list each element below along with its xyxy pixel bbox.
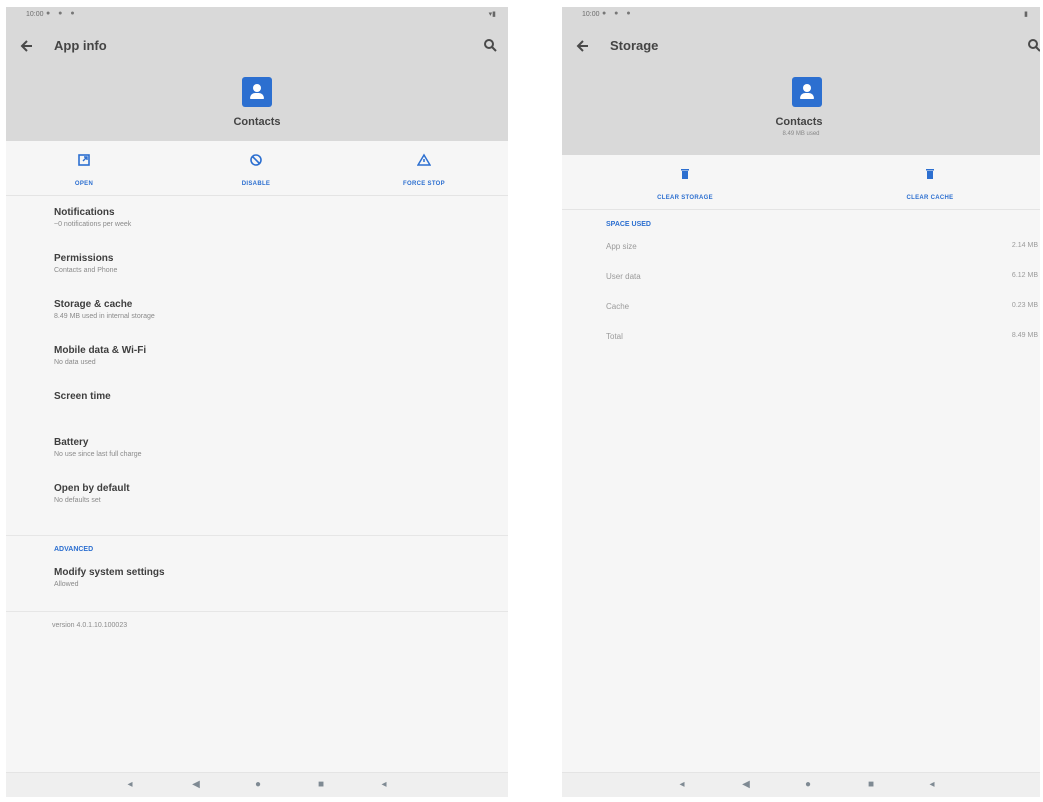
- version-text: version 4.0.1.10.100023: [52, 622, 128, 629]
- volume-down-icon[interactable]: ◂: [676, 779, 688, 791]
- status-signal-icons: ▾▮: [488, 11, 496, 18]
- setting-summary: No defaults set: [54, 497, 101, 504]
- back-arrow-icon[interactable]: [18, 37, 36, 55]
- back-icon[interactable]: ◀: [740, 779, 752, 791]
- storage-screen: 10:00 ● ● ● ▮ Storage Contacts 8.49 MB u…: [562, 7, 1040, 797]
- storage-row-total: Total 8.49 MB: [606, 328, 1040, 358]
- setting-summary: 8.49 MB used in internal storage: [54, 313, 155, 320]
- open-button[interactable]: OPEN: [34, 153, 134, 190]
- setting-storage-cache[interactable]: Storage & cache 8.49 MB used in internal…: [54, 295, 498, 341]
- contacts-app-icon: [242, 77, 272, 107]
- clear-storage-label: CLEAR STORAGE: [657, 195, 713, 201]
- storage-row-value: 8.49 MB: [1011, 332, 1038, 339]
- status-time: 10:00: [582, 11, 600, 18]
- page-title: Storage: [610, 38, 659, 53]
- search-icon[interactable]: [482, 37, 498, 53]
- clear-cache-label: CLEAR CACHE: [906, 195, 954, 201]
- app-header: 10:00 ● ● ● ▾▮ App info Contacts: [6, 7, 508, 141]
- recents-icon[interactable]: ■: [315, 779, 327, 791]
- storage-row-label: Total: [606, 332, 623, 341]
- setting-title: Open by default: [54, 483, 130, 494]
- status-bar: 10:00 ● ● ● ▮: [562, 7, 1040, 25]
- storage-row-value: 0.23 MB: [1011, 302, 1038, 309]
- setting-title: Notifications: [54, 207, 115, 218]
- contacts-app-icon: [792, 77, 822, 107]
- storage-row-label: Cache: [606, 302, 630, 311]
- setting-title: Modify system settings: [54, 567, 165, 578]
- app-header: 10:00 ● ● ● ▮ Storage Contacts 8.49 MB u…: [562, 7, 1040, 155]
- volume-up-icon[interactable]: ◂: [926, 779, 938, 791]
- divider: [6, 535, 508, 536]
- setting-battery[interactable]: Battery No use since last full charge: [54, 433, 498, 479]
- status-signal-icons: ▮: [1024, 11, 1028, 18]
- divider: [6, 611, 508, 612]
- search-icon[interactable]: [1026, 37, 1040, 53]
- setting-title: Screen time: [54, 391, 111, 402]
- setting-summary: Allowed: [54, 581, 79, 588]
- setting-notifications[interactable]: Notifications ~0 notifications per week: [54, 203, 498, 249]
- setting-open-by-default[interactable]: Open by default No defaults set: [54, 479, 498, 525]
- setting-summary: ~0 notifications per week: [54, 221, 132, 228]
- storage-row-cache: Cache 0.23 MB: [606, 298, 1040, 328]
- volume-up-icon[interactable]: ◂: [378, 779, 390, 791]
- open-icon: [78, 154, 90, 166]
- space-used-header: SPACE USED: [606, 221, 651, 228]
- status-notification-icons: ● ● ●: [602, 10, 634, 17]
- setting-title: Permissions: [54, 253, 114, 264]
- storage-row-label: App size: [606, 242, 637, 251]
- app-actions-bar: OPEN DISABLE FORCE STOP: [6, 141, 508, 196]
- volume-down-icon[interactable]: ◂: [124, 779, 136, 791]
- advanced-section-header: ADVANCED: [54, 546, 94, 553]
- disable-button[interactable]: DISABLE: [206, 153, 306, 190]
- open-label: OPEN: [74, 181, 94, 187]
- app-storage-summary: 8.49 MB used: [782, 131, 820, 137]
- status-bar: 10:00 ● ● ● ▾▮: [6, 7, 508, 25]
- storage-row-label: User data: [606, 272, 641, 281]
- force-stop-label: FORCE STOP: [403, 181, 445, 187]
- storage-row-app-size: App size 2.14 MB: [606, 238, 1040, 268]
- storage-row-user-data: User data 6.12 MB: [606, 268, 1040, 298]
- page-title: App info: [54, 38, 107, 53]
- storage-row-value: 6.12 MB: [1011, 272, 1038, 279]
- status-time: 10:00: [26, 11, 44, 18]
- setting-title: Mobile data & Wi-Fi: [54, 345, 147, 356]
- setting-summary: Contacts and Phone: [54, 267, 118, 274]
- trash-icon: [681, 169, 689, 179]
- setting-permissions[interactable]: Permissions Contacts and Phone: [54, 249, 498, 295]
- storage-row-value: 2.14 MB: [1011, 242, 1038, 249]
- back-icon[interactable]: ◀: [190, 779, 202, 791]
- home-icon[interactable]: ●: [802, 779, 814, 791]
- space-used-section: SPACE USED App size 2.14 MB User data 6.…: [606, 221, 1040, 358]
- clear-storage-button[interactable]: CLEAR STORAGE: [635, 167, 735, 204]
- navigation-bar: ◂ ◀ ● ■ ◂: [6, 772, 508, 797]
- status-notification-icons: ● ● ●: [46, 10, 78, 17]
- setting-title: Battery: [54, 437, 89, 448]
- clear-cache-button[interactable]: CLEAR CACHE: [880, 167, 980, 204]
- disable-icon: [250, 154, 262, 166]
- setting-modify-system[interactable]: Modify system settings Allowed: [54, 563, 498, 609]
- setting-summary: No data used: [54, 359, 96, 366]
- force-stop-button[interactable]: FORCE STOP: [374, 153, 474, 190]
- warning-icon: [417, 153, 431, 166]
- storage-actions-bar: CLEAR STORAGE CLEAR CACHE: [562, 155, 1040, 210]
- app-info-screen: 10:00 ● ● ● ▾▮ App info Contacts OPEN DI…: [6, 7, 508, 797]
- app-name: Contacts: [233, 116, 281, 128]
- setting-screen-time[interactable]: Screen time: [54, 387, 498, 433]
- recents-icon[interactable]: ■: [865, 779, 877, 791]
- trash-icon: [926, 169, 934, 179]
- home-icon[interactable]: ●: [252, 779, 264, 791]
- setting-title: Storage & cache: [54, 299, 133, 310]
- app-settings-list: Notifications ~0 notifications per week …: [6, 203, 508, 629]
- setting-mobile-data[interactable]: Mobile data & Wi-Fi No data used: [54, 341, 498, 387]
- app-name: Contacts: [775, 116, 823, 128]
- setting-summary: No use since last full charge: [54, 451, 142, 458]
- navigation-bar: ◂ ◀ ● ■ ◂: [562, 772, 1040, 797]
- back-arrow-icon[interactable]: [574, 37, 592, 55]
- disable-label: DISABLE: [241, 181, 271, 187]
